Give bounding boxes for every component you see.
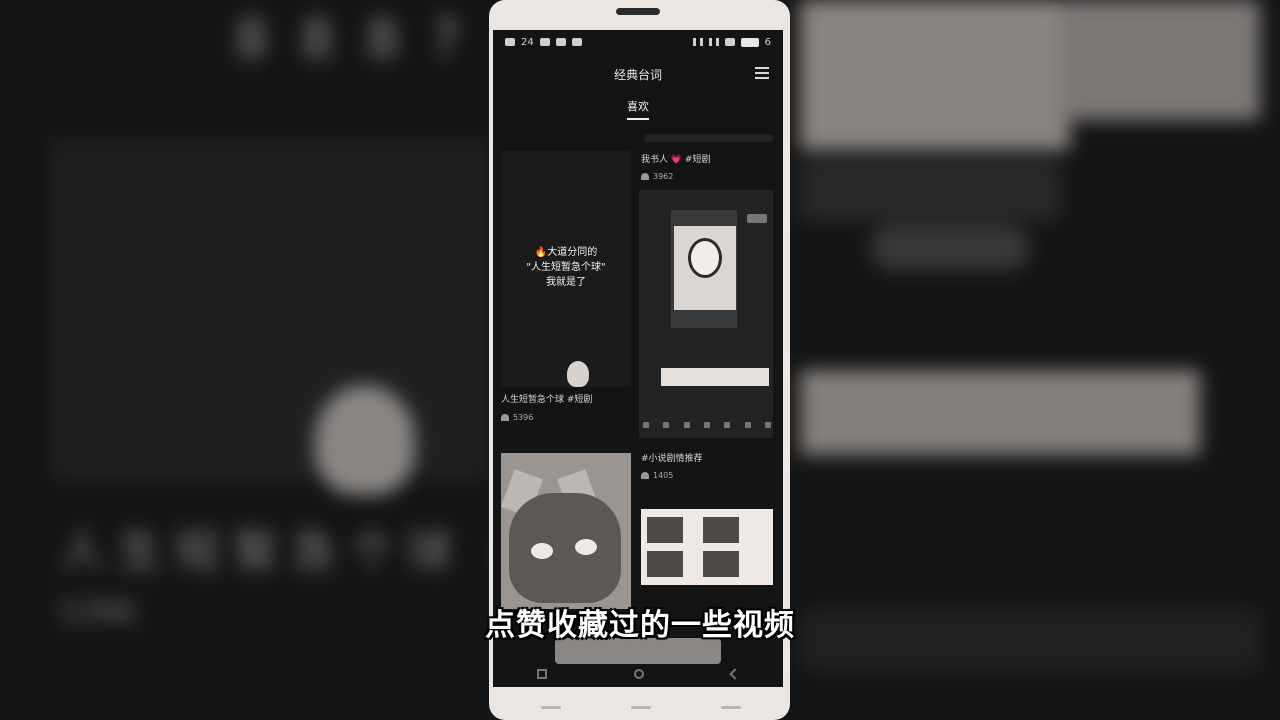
video-frame: 8 8 8 ? 人生短暂急个球 #短剧 5396 24 6 经典台词 喜欢 🔥大… (0, 0, 1280, 720)
bezel-mark (541, 706, 561, 709)
tool-icon (663, 422, 670, 428)
cat-eye (531, 543, 553, 559)
like-count-value: 1405 (653, 471, 674, 480)
menu-icon[interactable] (755, 67, 769, 79)
bg-panel (50, 140, 490, 480)
tab-likes[interactable]: 喜欢 (627, 98, 649, 120)
bg-block (800, 0, 1070, 150)
heart-icon (641, 173, 649, 180)
video-caption[interactable]: #小说剧情推荐 (641, 451, 703, 464)
like-count-value: 5396 (513, 413, 534, 422)
video-card-4[interactable] (641, 509, 773, 585)
tool-icon (683, 422, 690, 428)
signal-icon (708, 38, 719, 46)
tool-icon (764, 422, 771, 428)
tool-icon (703, 422, 710, 428)
cat-thumbnail (509, 493, 621, 603)
chat-notification-icon (555, 38, 566, 46)
status-time: 6 (764, 36, 771, 48)
app-header: 经典台词 (493, 58, 783, 90)
portrait-head (688, 238, 722, 278)
thumbnail (703, 517, 739, 543)
tool-icon (724, 422, 731, 428)
phone-bottom-bezel (541, 706, 741, 712)
bg-block (1060, 0, 1260, 120)
video-card-1[interactable]: 🔥大道分同的 "人生短暂急个球" 我就是了 (501, 151, 631, 387)
like-count: 1405 (641, 471, 673, 480)
video-card-2[interactable] (639, 190, 773, 438)
thumbnail (647, 551, 683, 577)
like-count: 5396 (501, 413, 533, 422)
video-card-3[interactable] (501, 453, 631, 609)
heart-icon (641, 472, 649, 479)
bezel-mark (721, 706, 741, 709)
tool-icon (744, 422, 751, 428)
tool-icon (643, 422, 649, 428)
tag-badge (747, 214, 767, 223)
back-icon[interactable] (729, 668, 741, 680)
signal-icon (692, 38, 703, 46)
portrait-image (674, 226, 736, 310)
notification-icon (505, 38, 515, 46)
home-icon[interactable] (633, 669, 644, 679)
phone-screen: 24 6 经典台词 喜欢 🔥大道分同的 "人生短暂急个球" 我就是了 人生短暂急… (493, 30, 783, 687)
bg-block (800, 160, 1060, 220)
cat-eye (575, 539, 597, 555)
video-overlay-text: 🔥大道分同的 "人生短暂急个球" 我就是了 (526, 247, 606, 288)
page-title: 经典台词 (613, 67, 662, 82)
bg-block (870, 225, 1030, 270)
tool-row (643, 422, 771, 432)
status-right: 6 (692, 36, 771, 48)
thumbnail (647, 517, 683, 543)
video-caption[interactable]: 我书人 💗 #短剧 (641, 152, 775, 165)
app-notification-icon (539, 38, 550, 46)
waveform-strip (661, 368, 769, 386)
status-number: 24 (521, 36, 534, 48)
system-nav-bar (493, 662, 783, 686)
status-left: 24 (505, 37, 582, 48)
heart-icon (501, 414, 509, 421)
status-bar: 24 6 (493, 30, 783, 54)
thumbnail (703, 551, 739, 577)
like-count-value: 3962 (653, 172, 674, 181)
bg-block (800, 370, 1200, 455)
feed-top-strip (645, 134, 773, 142)
video-caption[interactable]: 人生短暂急个球 #短剧 (501, 392, 631, 405)
bezel-mark (631, 706, 651, 709)
battery-icon (740, 37, 759, 47)
phone-speaker (616, 8, 660, 15)
tab-bar: 喜欢 (493, 98, 783, 120)
bg-top-text: 8 8 8 ? (235, 10, 468, 70)
wifi-icon (724, 38, 735, 46)
message-icon (571, 38, 582, 46)
bg-hand-cursor (315, 385, 415, 495)
hand-cursor-icon (567, 361, 589, 387)
like-count: 3962 (641, 172, 673, 181)
recent-apps-icon[interactable] (536, 669, 547, 679)
video-subtitle: 点赞收藏过的一些视频 (485, 608, 795, 643)
